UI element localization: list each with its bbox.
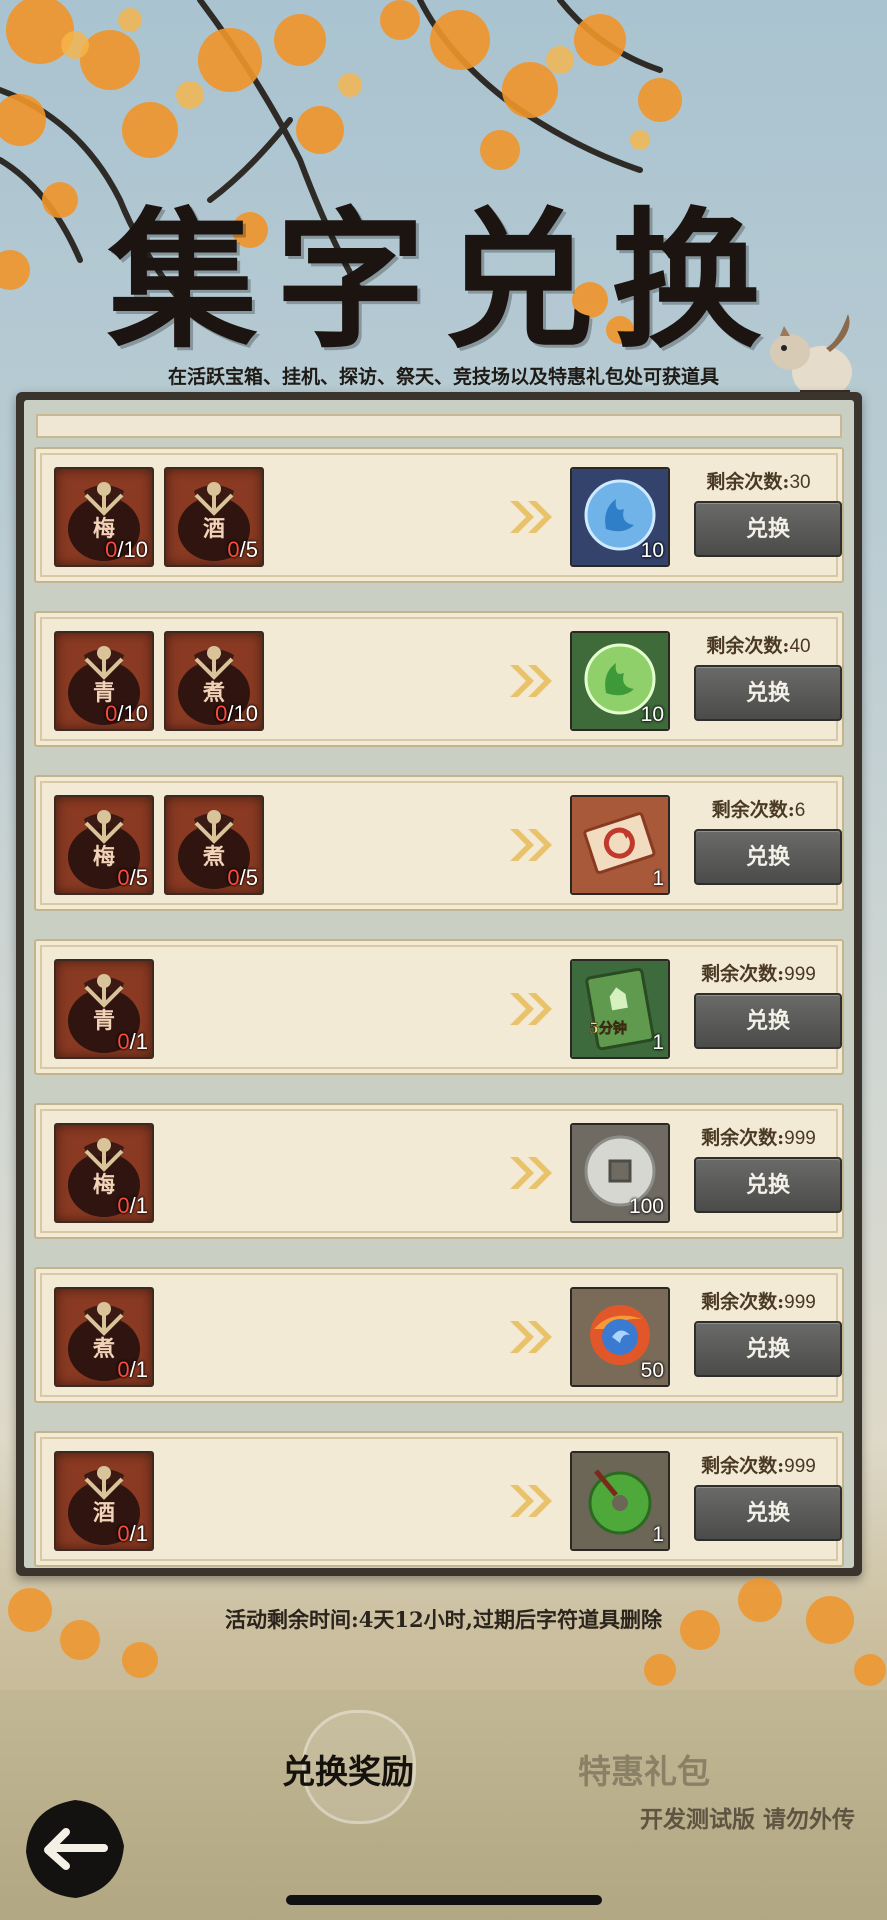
wine-jar-item[interactable]: 煮 0/1 — [54, 1287, 154, 1387]
wine-jar-item[interactable]: 梅 0/1 — [54, 1123, 154, 1223]
double-chevron-right-icon — [510, 665, 552, 697]
exchange-row: 梅 0/1 100 剩余次数:999 兑换 — [34, 1103, 844, 1239]
exchange-button[interactable]: 兑换 — [694, 1157, 842, 1213]
exchange-panel: 梅 0/10 酒 0/5 10 剩余次数:30 兑换 青 0/10 煮 0/10… — [16, 392, 862, 1576]
reward-item[interactable]: 10 — [570, 631, 670, 731]
exchange-row: 梅 0/10 酒 0/5 10 剩余次数:30 兑换 — [34, 447, 844, 583]
reward-qty: 1 — [652, 1523, 664, 1546]
remaining-count: 剩余次数:6 — [711, 799, 806, 821]
jar-count: 0/1 — [117, 1521, 148, 1546]
exchange-button[interactable]: 兑换 — [694, 501, 842, 557]
reward-qty: 10 — [640, 703, 664, 726]
wine-jar-item[interactable]: 青 0/1 — [54, 959, 154, 1059]
remaining-count: 剩余次数:40 — [706, 635, 811, 657]
exchange-row: 梅 0/5 煮 0/5 1 剩余次数:6 兑换 — [34, 775, 844, 911]
exchange-button[interactable]: 兑换 — [694, 829, 842, 885]
jar-count: 0/10 — [105, 701, 148, 726]
reward-item[interactable]: 1 — [570, 795, 670, 895]
jar-count: 0/10 — [105, 537, 148, 562]
double-chevron-right-icon — [510, 993, 552, 1025]
jar-count: 0/5 — [227, 865, 258, 890]
reward-qty: 50 — [640, 1359, 664, 1382]
jar-count: 0/1 — [117, 1193, 148, 1218]
tab-exchange-rewards[interactable]: 兑换奖励 — [282, 1745, 414, 1793]
exchange-list[interactable]: 梅 0/10 酒 0/5 10 剩余次数:30 兑换 青 0/10 煮 0/10… — [34, 447, 844, 1595]
reward-item[interactable]: 50 — [570, 1287, 670, 1387]
wine-jar-item[interactable]: 酒 0/5 — [164, 467, 264, 567]
wine-jar-item[interactable]: 梅 0/10 — [54, 467, 154, 567]
exchange-button[interactable]: 兑换 — [694, 1321, 842, 1377]
jar-count: 0/5 — [117, 865, 148, 890]
tab-special-gift[interactable]: 特惠礼包 — [578, 1745, 710, 1793]
panel-top-strip — [36, 414, 842, 438]
exchange-button[interactable]: 兑换 — [694, 993, 842, 1049]
reward-qty: 10 — [640, 539, 664, 562]
reward-item[interactable]: 10 — [570, 467, 670, 567]
jar-count: 0/10 — [215, 701, 258, 726]
event-timer: 活动剩余时间:4天12小时,过期后字符道具删除 — [225, 1607, 662, 1632]
five-minute-label: 5分钟 — [589, 1020, 627, 1037]
reward-item[interactable]: 5分钟 1 — [570, 959, 670, 1059]
exchange-row: 青 0/1 5分钟 1 剩余次数:999 兑换 — [34, 939, 844, 1075]
exchange-row: 酒 0/1 1 剩余次数:999 兑换 — [34, 1431, 844, 1567]
jar-count: 0/5 — [227, 537, 258, 562]
wine-jar-item[interactable]: 青 0/10 — [54, 631, 154, 731]
remaining-count: 剩余次数:999 — [701, 1127, 816, 1149]
exchange-button[interactable]: 兑换 — [694, 665, 842, 721]
reward-qty: 100 — [628, 1195, 664, 1218]
page-title: 集字兑换 — [107, 193, 780, 369]
dev-build-note: 开发测试版 请勿外传 — [640, 1806, 856, 1833]
reward-qty: 1 — [652, 867, 664, 890]
remaining-count: 剩余次数:999 — [701, 1455, 816, 1477]
back-arrow-icon[interactable] — [20, 1794, 130, 1904]
remaining-count: 剩余次数:999 — [701, 963, 816, 985]
double-chevron-right-icon — [510, 829, 552, 861]
double-chevron-right-icon — [510, 501, 552, 533]
exchange-row: 青 0/10 煮 0/10 10 剩余次数:40 兑换 — [34, 611, 844, 747]
double-chevron-right-icon — [510, 1321, 552, 1353]
jar-count: 0/1 — [117, 1357, 148, 1382]
double-chevron-right-icon — [510, 1157, 552, 1189]
double-chevron-right-icon — [510, 1485, 552, 1517]
page-subtitle: 在活跃宝箱、挂机、探访、祭天、竞技场以及特惠礼包处可获道具 — [167, 366, 719, 388]
wine-jar-item[interactable]: 酒 0/1 — [54, 1451, 154, 1551]
wine-jar-item[interactable]: 煮 0/5 — [164, 795, 264, 895]
remaining-count: 剩余次数:30 — [706, 471, 811, 493]
jar-count: 0/1 — [117, 1029, 148, 1054]
reward-qty: 1 — [652, 1031, 664, 1054]
exchange-row: 煮 0/1 50 剩余次数:999 兑换 — [34, 1267, 844, 1403]
remaining-count: 剩余次数:999 — [701, 1291, 816, 1313]
wine-jar-item[interactable]: 梅 0/5 — [54, 795, 154, 895]
wine-jar-item[interactable]: 煮 0/10 — [164, 631, 264, 731]
reward-item[interactable]: 1 — [570, 1451, 670, 1551]
exchange-button[interactable]: 兑换 — [694, 1485, 842, 1541]
home-indicator — [286, 1895, 602, 1905]
reward-item[interactable]: 100 — [570, 1123, 670, 1223]
